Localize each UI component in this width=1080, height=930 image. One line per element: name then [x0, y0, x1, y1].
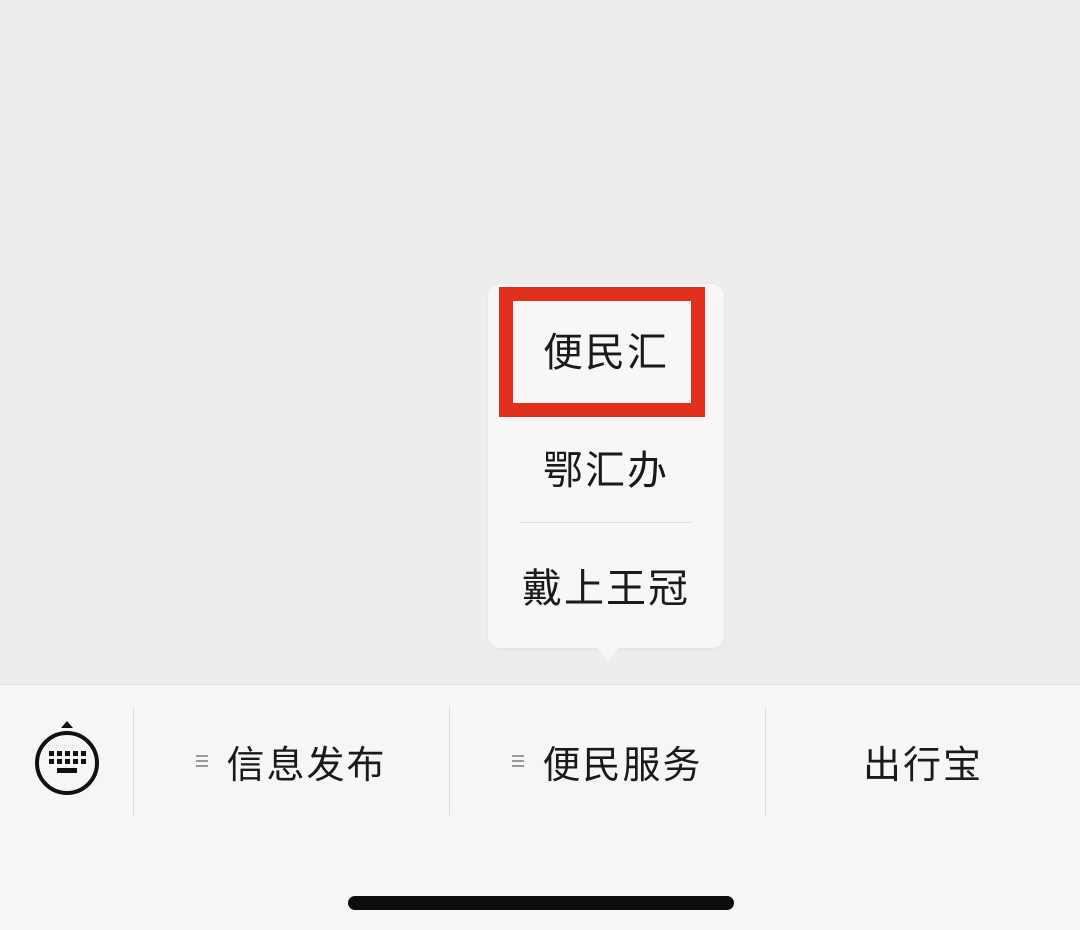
bottom-menu-bar: 信息发布 便民服务 出行宝: [0, 684, 1080, 930]
keyboard-toggle-button[interactable]: [0, 707, 133, 815]
submenu-divider: [520, 522, 692, 523]
submenu-popup: 便民汇 鄂汇办 戴上王冠: [488, 284, 724, 648]
menu-tab-convenience-service[interactable]: 便民服务: [450, 707, 765, 815]
submenu-divider: [520, 404, 692, 405]
list-icon: [196, 754, 209, 768]
menu-tab-travel[interactable]: 出行宝: [766, 707, 1080, 815]
keyboard-icon: [32, 719, 102, 803]
menu-tab-label: 信息发布: [226, 742, 387, 787]
list-icon: [512, 754, 525, 768]
submenu-item-bianminhui[interactable]: 便民汇: [488, 290, 724, 408]
menu-tab-label: 便民服务: [542, 742, 703, 787]
submenu-item-ehuiban[interactable]: 鄂汇办: [488, 408, 724, 526]
home-indicator[interactable]: [348, 896, 734, 910]
menu-tab-label: 出行宝: [862, 742, 983, 787]
submenu-pointer-arrow: [596, 646, 620, 660]
menu-tab-info-release[interactable]: 信息发布: [134, 707, 449, 815]
submenu-item-daishangwangguan[interactable]: 戴上王冠: [488, 526, 724, 644]
